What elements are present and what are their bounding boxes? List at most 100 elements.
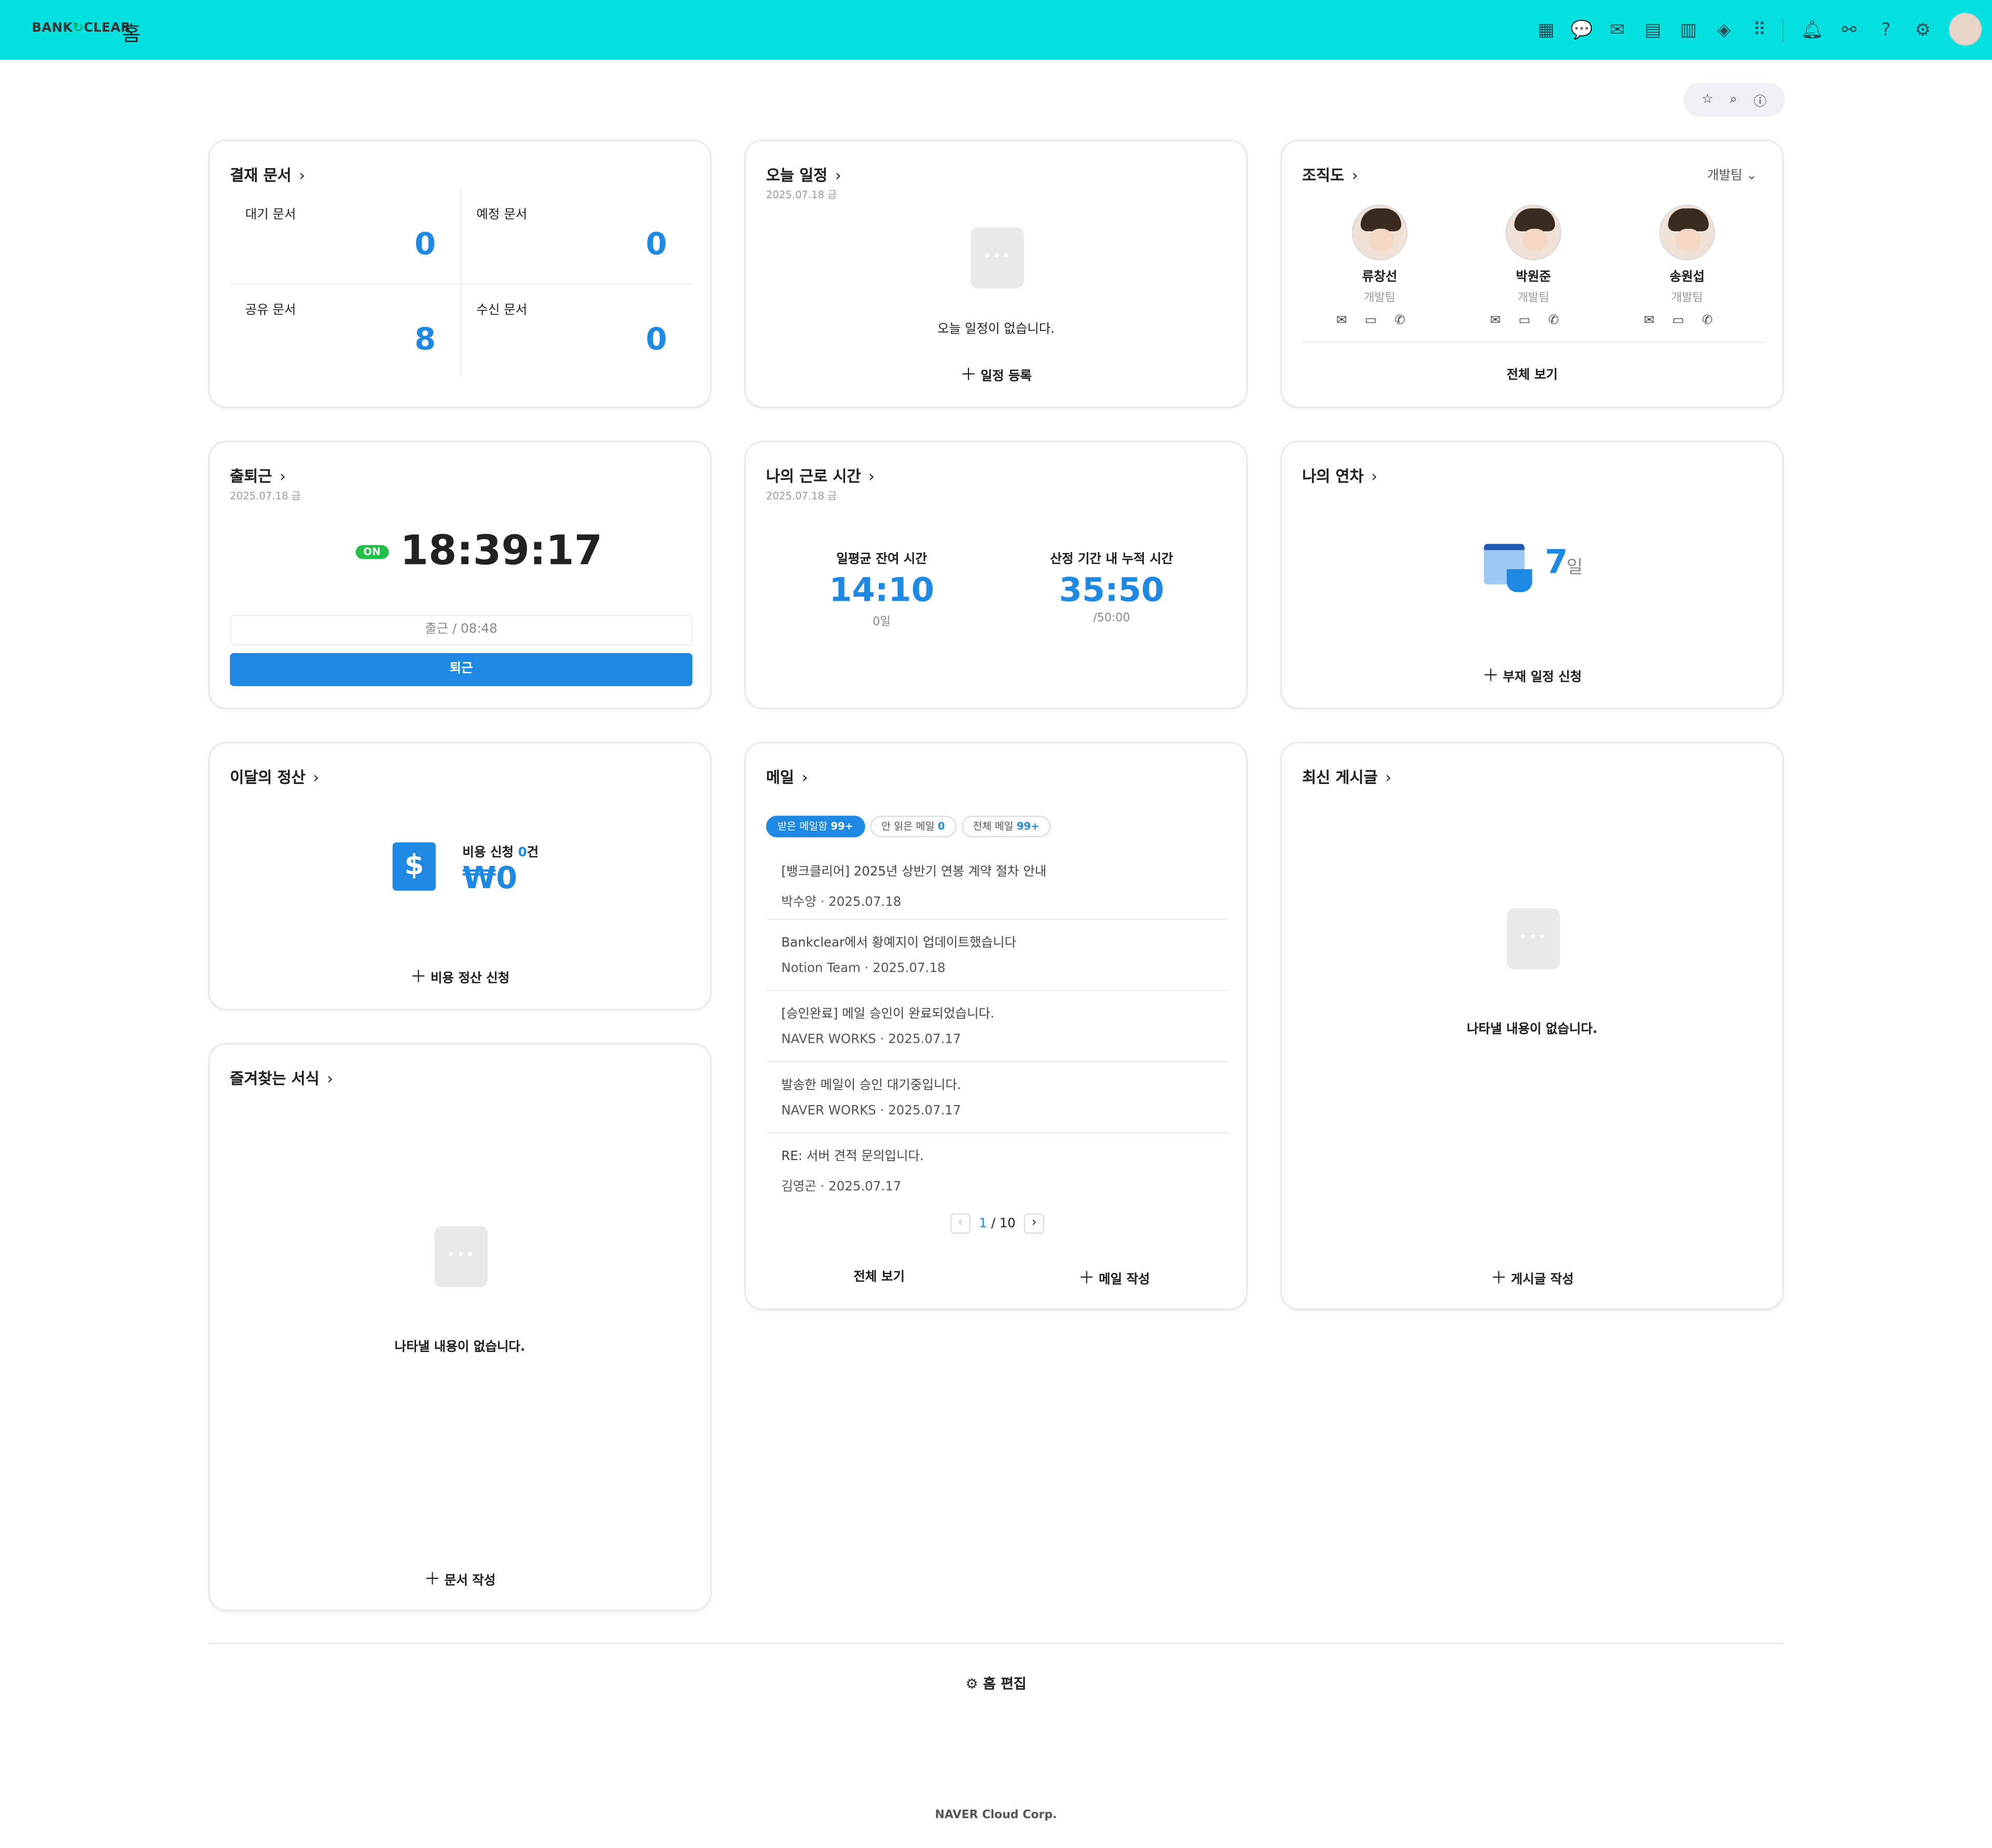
gear-icon: ⚙	[965, 1676, 978, 1693]
approval-cell-shared[interactable]: 공유 문서 8	[245, 299, 436, 375]
forms-title[interactable]: 즐겨찾는 서식 ›	[230, 1067, 333, 1089]
mail-icon[interactable]: ✉	[1336, 314, 1365, 328]
person-name: 송원섭	[1669, 270, 1705, 285]
mail-icon[interactable]: ✉	[1599, 18, 1635, 43]
checkin-time: 출근 / 08:48	[230, 615, 693, 646]
notes-icon[interactable]: ▥	[1670, 18, 1706, 43]
settlement-card: 이달의 정산 › $ 비용 신청 0건 ₩0 ＋ 비용 정산 신청	[208, 742, 712, 1010]
mail-subject: [승인완료] 메일 승인이 완료되었습니다.	[781, 1008, 994, 1022]
approval-cell-waiting[interactable]: 대기 문서 0	[245, 203, 436, 280]
org-person[interactable]: 류창선 개발팀 ✉▭✆	[1316, 204, 1443, 328]
user-avatar[interactable]	[1948, 12, 1982, 46]
settlement-title[interactable]: 이달의 정산 ›	[230, 766, 319, 788]
approval-cell-received[interactable]: 수신 문서 0	[476, 299, 667, 375]
approval-title[interactable]: 결재 문서 ›	[230, 164, 305, 186]
empty-document-icon	[971, 227, 1024, 288]
mail-item[interactable]: [뱅크클리어] 2025년 상반기 연봉 계약 절차 안내 박수양 · 2025…	[766, 860, 1229, 920]
mail-meta: 김영곤 · 2025.07.17	[781, 1180, 902, 1195]
write-post-button[interactable]: ＋ 게시글 작성	[1282, 1264, 1782, 1289]
worktime-card: 나의 근로 시간 › 2025.07.18 금 일평균 잔여 시간 14:10 0…	[744, 440, 1248, 709]
expense-count: 비용 신청 0건	[462, 846, 539, 860]
top-bar: BANK↻CLEAR 홈 ▦ 💬 ✉ ▤ ▥ ◈ ⠿ 🔔︎ ⚯ ? ⚙	[0, 0, 1992, 60]
schedule-title[interactable]: 오늘 일정 ›	[766, 164, 841, 186]
mail-icon[interactable]: ✉	[1644, 314, 1672, 328]
checkout-button[interactable]: 퇴근	[230, 653, 693, 686]
org-icon[interactable]: ⚯	[1831, 18, 1868, 43]
org-person[interactable]: 송원섭 개발팀 ✉▭✆	[1624, 204, 1751, 328]
tab-unread[interactable]: 안 읽은 메일 0	[869, 816, 957, 837]
expense-amount: ₩0	[462, 860, 518, 896]
absence-request-button[interactable]: ＋ 부재 일정 신청	[1282, 662, 1782, 686]
info-icon[interactable]: ⓘ	[1754, 90, 1766, 109]
mail-tabs: 받은 메일함 99+ 안 읽은 메일 0 전체 메일 99+	[766, 810, 1056, 837]
commute-card: 출퇴근 › 2025.07.18 금 ON 18:39:17 출근 / 08:48…	[208, 440, 712, 709]
person-team: 개발팀	[1671, 292, 1703, 305]
org-person[interactable]: 박원준 개발팀 ✉▭✆	[1470, 204, 1597, 328]
empty-document-icon	[434, 1226, 488, 1287]
person-name: 류창선	[1362, 270, 1398, 285]
plus-icon: ＋	[424, 1570, 441, 1590]
star-icon[interactable]: ☆	[1702, 93, 1713, 107]
mail-meta: NAVER WORKS · 2025.07.17	[781, 1104, 961, 1119]
tab-inbox[interactable]: 받은 메일함 99+	[766, 816, 865, 837]
avg-remaining-block: 일평균 잔여 시간 14:10 0일	[780, 548, 984, 629]
worktime-date: 2025.07.18 금	[766, 490, 837, 502]
add-schedule-button[interactable]: ＋ 일정 등록	[746, 361, 1247, 385]
empty-document-icon	[1506, 908, 1560, 970]
dashboard-icon[interactable]: ▦	[1528, 18, 1564, 43]
help-icon[interactable]: ?	[1868, 18, 1904, 43]
mail-title[interactable]: 메일 ›	[766, 766, 808, 788]
search-icon[interactable]: ⌕	[1730, 93, 1737, 107]
plus-icon: ＋	[960, 366, 977, 385]
person-team: 개발팀	[1364, 292, 1396, 305]
mail-pagination: ‹ 1 / 10 ›	[950, 1213, 1045, 1236]
divider	[1302, 341, 1765, 343]
board-title[interactable]: 최신 게시글 ›	[1302, 766, 1391, 788]
chat-icon[interactable]: 💬	[1564, 18, 1600, 43]
compose-mail-button[interactable]: ＋ 메일 작성	[1050, 1264, 1178, 1289]
person-team: 개발팀	[1517, 292, 1550, 305]
org-title[interactable]: 조직도 ›	[1302, 164, 1358, 186]
approval-cell-scheduled[interactable]: 예정 문서 0	[476, 203, 667, 280]
next-page-icon[interactable]: ›	[1023, 1213, 1045, 1234]
cell-value: 0	[645, 321, 667, 357]
approval-card: 결재 문서 › 대기 문서 0 예정 문서 0 공유 문서 8 수신 문서 0	[208, 140, 712, 408]
mail-subject: [뱅크클리어] 2025년 상반기 연봉 계약 절차 안내	[781, 865, 1047, 879]
mail-icon[interactable]: ✉	[1490, 314, 1518, 328]
write-document-button[interactable]: ＋ 문서 작성	[210, 1565, 710, 1590]
message-icon[interactable]: ▭	[1518, 314, 1548, 328]
divider	[230, 283, 693, 285]
status-badge: ON	[355, 545, 389, 559]
edit-home-button[interactable]: ⚙ 홈 편집	[0, 1673, 1992, 1693]
phone-icon[interactable]: ✆	[1702, 314, 1731, 328]
bell-icon[interactable]: 🔔︎	[1794, 18, 1831, 43]
leave-title[interactable]: 나의 연차 ›	[1302, 465, 1377, 487]
settings-icon[interactable]: ⚙	[1904, 18, 1941, 43]
tab-all[interactable]: 전체 메일 99+	[961, 816, 1051, 837]
plus-icon: ＋	[1078, 1269, 1095, 1289]
mail-item[interactable]: Bankclear에서 황예지이 업데이트했습니다 Notion Team · …	[766, 931, 1229, 991]
calendar-icon[interactable]: ▤	[1635, 18, 1671, 43]
cell-label: 대기 문서	[245, 208, 296, 223]
mail-meta: Notion Team · 2025.07.18	[781, 961, 946, 976]
message-icon[interactable]: ▭	[1672, 314, 1702, 328]
mail-view-all-button[interactable]: 전체 보기	[822, 1265, 936, 1285]
mail-item[interactable]: RE: 서버 견적 문의입니다. 김영곤 · 2025.07.17	[766, 1145, 1228, 1205]
org-view-all-button[interactable]: 전체 보기	[1282, 363, 1782, 382]
prev-page-icon[interactable]: ‹	[950, 1213, 971, 1234]
mail-meta: NAVER WORKS · 2025.07.17	[781, 1033, 961, 1047]
expense-request-button[interactable]: ＋ 비용 정산 신청	[210, 963, 710, 987]
commute-title[interactable]: 출퇴근 ›	[230, 465, 286, 487]
phone-icon[interactable]: ✆	[1548, 314, 1577, 328]
message-icon[interactable]: ▭	[1365, 314, 1394, 328]
divider	[208, 1643, 1784, 1645]
logo[interactable]: BANK↻CLEAR	[32, 22, 131, 36]
phone-icon[interactable]: ✆	[1394, 314, 1423, 328]
cell-value: 8	[414, 321, 436, 357]
worktime-title[interactable]: 나의 근로 시간 ›	[766, 465, 875, 487]
mail-item[interactable]: [승인완료] 메일 승인이 완료되었습니다. NAVER WORKS · 202…	[766, 1002, 1229, 1063]
mail-item[interactable]: 발송한 메일이 승인 대기중입니다. NAVER WORKS · 2025.07…	[766, 1073, 1229, 1134]
team-select[interactable]: 개발팀 ⌄	[1707, 164, 1757, 183]
apps-grid-icon[interactable]: ⠿	[1742, 18, 1778, 43]
drive-icon[interactable]: ◈	[1706, 18, 1742, 43]
